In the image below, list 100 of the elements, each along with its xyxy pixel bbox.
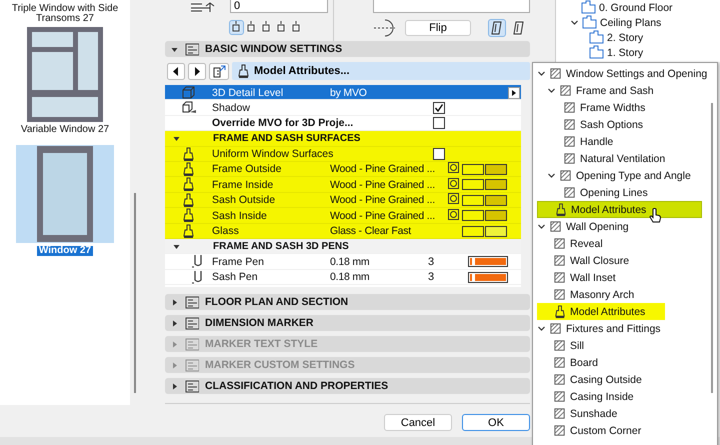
hatch-icon [553,424,567,438]
story-icon [589,30,604,45]
menu-item[interactable]: Casing Outside [537,371,713,388]
menu-item[interactable]: Natural Ventilation [537,150,713,167]
brush-icon [181,208,196,224]
menu-item[interactable]: Frame and Sash [537,82,713,99]
tree-item[interactable]: 2. Story [607,32,644,44]
settings-row[interactable]: Frame Outside Wood - Pine Grained ... [165,162,521,178]
menu-item[interactable]: Model Attributes [537,303,665,320]
color-swatch[interactable] [485,164,507,175]
menu-item[interactable]: Board [537,354,713,371]
hatch-icon [553,270,567,284]
color-swatch[interactable] [485,179,507,190]
section-header[interactable]: CLASSIFICATION AND PROPERTIES [165,378,530,394]
tree-item[interactable]: 0. Ground Floor [599,2,673,14]
hatch-icon [549,66,563,80]
hatch-icon [553,254,567,268]
next-button[interactable] [188,62,206,80]
settings-row[interactable]: Frame Pen 0.18 mm 3 [165,254,521,270]
chevron-icon[interactable] [547,171,556,180]
settings-row[interactable]: Sash Inside Wood - Pine Grained ... [165,208,521,224]
color-swatch[interactable] [485,210,507,222]
offset-icon [190,0,216,12]
settings-row[interactable]: Sash Pen 0.18 mm 3 [165,270,521,286]
page-selector[interactable]: Model Attributes... [232,62,530,80]
item-label[interactable]: Window 27 [36,246,94,256]
chevron-icon[interactable] [547,86,556,95]
menu-item[interactable]: Fixtures and Fittings [537,320,713,337]
color-swatch[interactable] [485,226,507,237]
menu-item[interactable]: Handle [537,133,713,150]
section-header[interactable]: BASIC WINDOW SETTINGS [165,41,530,57]
section-title: CLASSIFICATION AND PROPERTIES [205,380,388,392]
surface-swatch[interactable] [462,194,484,206]
group-header[interactable]: FRAME AND SASH SURFACES [165,131,521,147]
menu-item[interactable]: Sash Options [537,116,713,133]
tree-item[interactable]: 1. Story [607,46,644,58]
row-label: Sash Inside [212,208,267,223]
checkbox[interactable] [433,116,445,129]
menu-item[interactable]: Opening Type and Angle [537,167,713,184]
story-icon [582,15,597,30]
surface-swatch[interactable] [462,164,484,175]
item-label[interactable]: Variable Window 27 [10,125,120,135]
scrollbar[interactable] [134,193,136,393]
chevron-icon[interactable] [537,324,546,333]
menu-item[interactable]: Wall Opening [537,218,713,235]
wall-side-toggle[interactable] [489,20,505,36]
arrow-button[interactable] [508,86,520,98]
settings-row[interactable]: Frame Inside Wood - Pine Grained ... [165,177,521,193]
pen-number: 3 [428,256,436,268]
settings-row[interactable]: Uniform Window Surfaces [165,146,521,162]
menu-item[interactable]: Wall Closure [537,252,713,269]
surface-swatch[interactable] [462,179,484,190]
menu-item[interactable]: Frame Widths [537,99,713,116]
row-value: Wood - Pine Grained ... [330,193,435,208]
flip-button[interactable]: Flip [405,20,471,36]
color-swatch[interactable] [485,194,507,206]
row-label: Uniform Window Surfaces [212,147,334,162]
chevron-icon[interactable] [537,222,546,231]
disclosure-icon[interactable] [171,46,178,52]
disclosure-icon[interactable] [171,382,178,390]
brush-icon [553,304,567,318]
item-label[interactable]: Triple Window with Side Transoms 27 [10,4,120,24]
tree-item[interactable]: Ceiling Plans [600,16,662,28]
ok-button[interactable]: OK [462,414,530,431]
section-header[interactable]: DIMENSION MARKER [165,315,530,331]
disclosure-icon[interactable] [173,134,180,142]
surface-swatch[interactable] [462,210,484,222]
settings-row[interactable]: Shadow [165,100,521,116]
disclosure-icon[interactable] [171,320,178,326]
menu-item[interactable]: Reveal [537,235,713,252]
menu-item[interactable]: Wall Inset [537,269,713,286]
settings-row[interactable]: Glass Glass - Clear Fast [165,224,521,239]
disclosure-icon[interactable] [171,298,178,306]
chevron-icon[interactable] [570,18,579,27]
checkbox[interactable] [433,102,445,114]
group-header[interactable]: FRAME AND SASH 3D PENS [165,238,521,254]
disclosure-icon[interactable] [173,242,180,250]
surface-swatch[interactable] [462,226,484,237]
scrollbar[interactable] [711,103,713,393]
previous-button[interactable] [167,62,185,80]
offset-field[interactable]: 0 [230,0,328,13]
menu-item[interactable]: Custom Corner [537,422,713,439]
menu-item[interactable]: Window Settings and Opening [537,65,713,82]
menu-item[interactable]: Masonry Arch [537,286,713,303]
settings-row[interactable]: Sash Outside Wood - Pine Grained ... [165,192,521,208]
checkbox[interactable] [433,148,445,160]
chevron-icon[interactable] [537,69,546,78]
menu-item[interactable]: Opening Lines [537,184,713,201]
cancel-button[interactable]: Cancel [384,414,452,431]
settings-row[interactable]: 3D Detail Level by MVO [165,85,521,100]
menu-item[interactable]: Sill [537,337,713,354]
export-settings-button[interactable] [209,62,229,80]
anchor-button[interactable] [230,21,243,34]
hatch-icon [553,236,567,250]
pen-swatch[interactable] [468,272,508,283]
section-header[interactable]: FLOOR PLAN AND SECTION [165,294,530,310]
pen-swatch[interactable] [468,256,508,268]
selection-tile[interactable] [16,145,114,243]
menu-item[interactable]: Casing Inside [537,388,713,405]
menu-item[interactable]: Sunshade [537,405,713,422]
